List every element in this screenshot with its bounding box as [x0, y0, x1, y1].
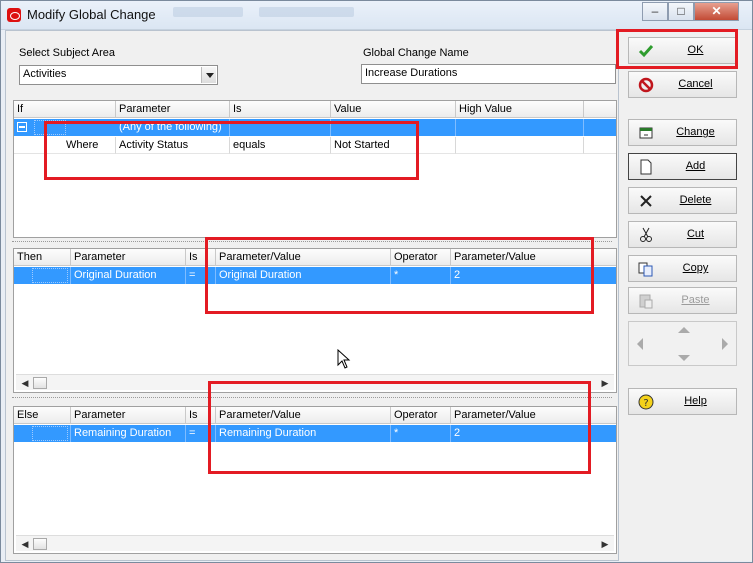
col-is[interactable]: Is: [230, 101, 331, 118]
delete-button[interactable]: Delete: [628, 187, 737, 214]
cancel-button[interactable]: Cancel: [628, 71, 737, 98]
delete-x-icon: [640, 195, 652, 207]
cancel-label: Cancel: [678, 78, 713, 90]
window-title: Modify Global Change: [27, 7, 156, 22]
oracle-app-icon: [7, 8, 21, 22]
select-subject-area-label: Select Subject Area: [19, 47, 116, 59]
add-button[interactable]: Add: [628, 153, 737, 180]
then-cell-then: [14, 267, 71, 284]
move-up-icon[interactable]: [678, 327, 690, 333]
col-parameter[interactable]: Parameter: [71, 249, 186, 266]
global-change-name-field[interactable]: Increase Durations: [361, 64, 616, 84]
mouse-cursor-icon: [337, 349, 351, 369]
scroll-thumb[interactable]: [33, 377, 47, 389]
svg-text:?: ?: [643, 398, 648, 409]
new-document-icon: [640, 159, 652, 175]
if-cell-high-value[interactable]: [456, 137, 584, 154]
move-down-icon[interactable]: [678, 355, 690, 361]
if-grid-header: If Parameter Is Value High Value: [14, 101, 616, 118]
copy-icon: [638, 262, 653, 277]
minimize-button[interactable]: ‒: [642, 2, 668, 21]
chevron-down-icon[interactable]: [201, 67, 216, 83]
else-cell-parameter[interactable]: Remaining Duration: [71, 425, 186, 442]
change-label: Change: [676, 126, 715, 138]
change-icon: [639, 127, 653, 139]
paste-label: Paste: [681, 294, 710, 306]
highlight-if-condition: [44, 121, 419, 180]
copy-label: Copy: [682, 262, 709, 274]
move-right-icon[interactable]: [722, 338, 728, 350]
scroll-right-icon[interactable]: ▶: [598, 375, 612, 391]
scroll-left-icon[interactable]: ◀: [18, 536, 32, 552]
highlight-then-values: [205, 237, 594, 314]
modify-global-change-dialog: Modify Global Change ‒ □ ✕ Select Subjec…: [0, 0, 753, 563]
global-change-name-label: Global Change Name: [363, 47, 469, 59]
background-blur: [259, 7, 354, 17]
col-high-value[interactable]: High Value: [456, 101, 584, 118]
col-then[interactable]: Then: [14, 249, 71, 266]
move-direction-pad: [628, 321, 737, 366]
scissors-icon: [640, 227, 652, 242]
copy-button[interactable]: Copy: [628, 255, 737, 282]
subject-area-value: Activities: [23, 68, 67, 80]
scroll-thumb[interactable]: [33, 538, 47, 550]
delete-label: Delete: [679, 194, 712, 206]
help-icon: ?: [638, 394, 654, 410]
scroll-right-icon[interactable]: ▶: [598, 536, 612, 552]
col-value[interactable]: Value: [331, 101, 456, 118]
subject-area-dropdown[interactable]: Activities: [19, 65, 218, 85]
col-parameter[interactable]: Parameter: [71, 407, 186, 424]
help-button[interactable]: ? Help: [628, 388, 737, 415]
else-horizontal-scrollbar[interactable]: ◀ ▶: [16, 535, 614, 551]
title-bar: Modify Global Change ‒ □ ✕: [1, 1, 752, 30]
paste-icon: [639, 294, 653, 309]
background-blur: [173, 7, 243, 17]
scroll-left-icon[interactable]: ◀: [18, 375, 32, 391]
if-group-cell-high-value[interactable]: [456, 119, 584, 136]
action-button-panel: OK Cancel Change Add Delete Cut Copy Pas…: [619, 30, 752, 561]
col-parameter[interactable]: Parameter: [116, 101, 230, 118]
paste-button[interactable]: Paste: [628, 287, 737, 314]
maximize-button[interactable]: □: [668, 2, 694, 21]
cut-button[interactable]: Cut: [628, 221, 737, 248]
then-cell-parameter[interactable]: Original Duration: [71, 267, 186, 284]
cut-label: Cut: [686, 228, 705, 240]
highlight-ok-button: [616, 29, 738, 69]
close-button[interactable]: ✕: [694, 2, 739, 21]
else-cell-else: [14, 425, 71, 442]
col-if[interactable]: If: [14, 101, 116, 118]
highlight-else-values: [208, 381, 591, 474]
add-label: Add: [685, 160, 706, 172]
global-change-name-value: Increase Durations: [365, 67, 458, 79]
move-left-icon[interactable]: [637, 338, 643, 350]
col-else[interactable]: Else: [14, 407, 71, 424]
help-label: Help: [684, 395, 707, 407]
cancel-icon: [638, 77, 654, 93]
change-button[interactable]: Change: [628, 119, 737, 146]
